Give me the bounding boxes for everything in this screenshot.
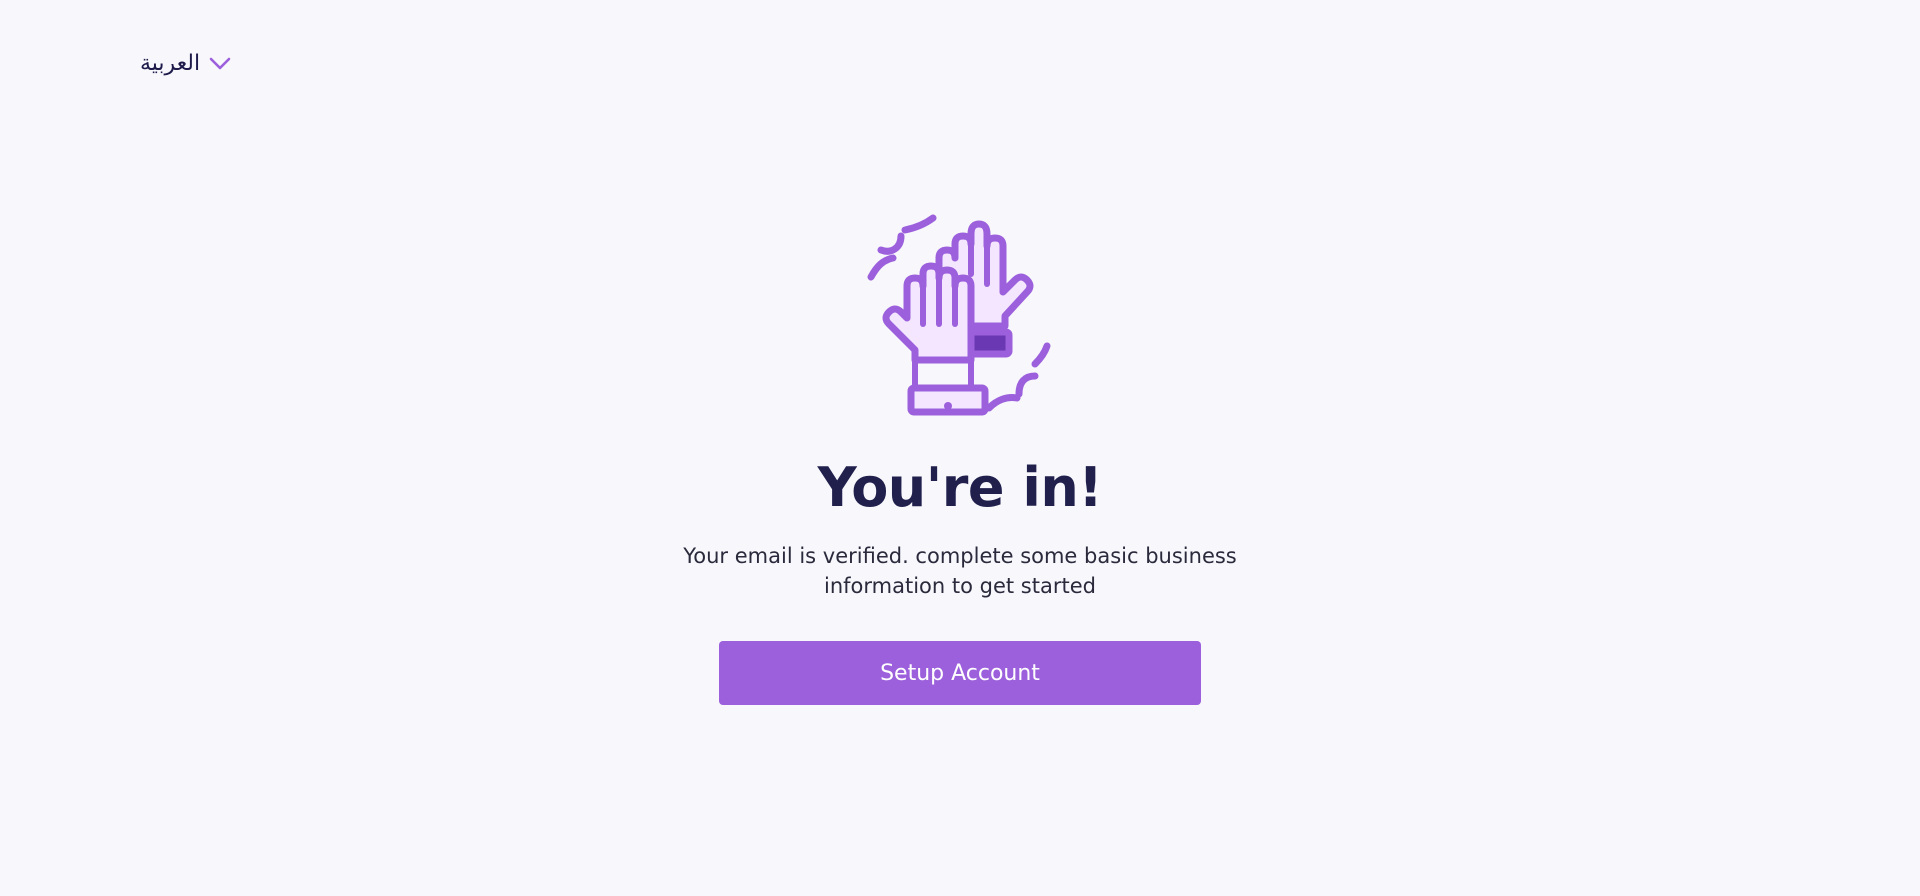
high-five-hands-icon <box>867 214 1051 416</box>
chevron-down-icon <box>209 57 231 70</box>
hero-section: You're in! Your email is verified. compl… <box>0 214 1920 706</box>
language-label: العربية <box>140 51 201 76</box>
page-title: You're in! <box>817 456 1103 519</box>
page: العربية You're in! Your email is verifie… <box>0 0 1920 896</box>
language-switcher[interactable]: العربية <box>140 52 232 76</box>
page-subtitle: Your email is verified. complete some ba… <box>683 544 1237 599</box>
setup-account-button[interactable]: Setup Account <box>719 641 1201 706</box>
